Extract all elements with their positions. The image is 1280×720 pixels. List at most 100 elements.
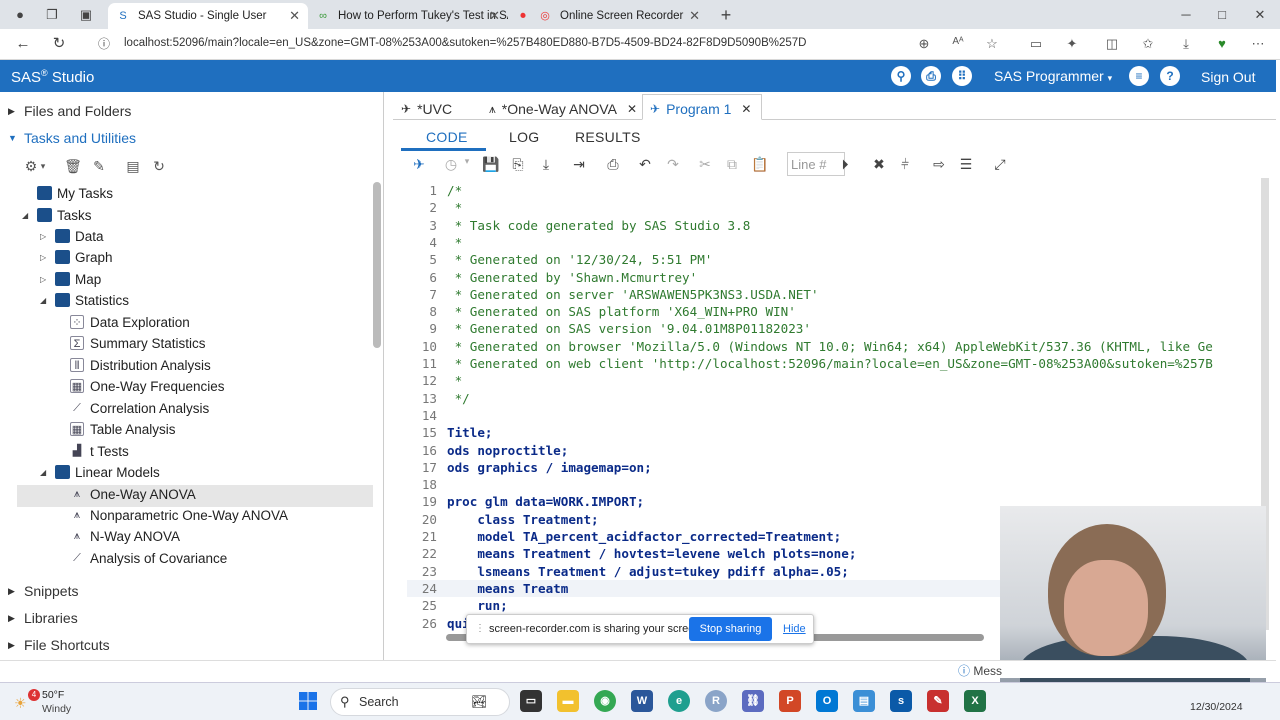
code-text[interactable]: * Generated on '12/30/24, 5:51 PM' (447, 251, 713, 268)
powerpoint-icon[interactable]: P (779, 690, 801, 712)
close-tab-icon[interactable]: ✕ (689, 8, 700, 24)
code-line[interactable]: 3 * Task code generated by SAS Studio 3.… (407, 217, 1261, 234)
print-icon[interactable]: ⎙ (604, 156, 622, 173)
code-line[interactable]: 1 /* (407, 182, 1261, 199)
back-icon[interactable]: ← (14, 35, 32, 53)
options-icon[interactable]: ☰ (957, 156, 975, 173)
menu-icon[interactable]: ≡ (1129, 66, 1149, 86)
close-tab-icon[interactable]: ✕ (289, 8, 300, 24)
code-text[interactable]: * (447, 234, 463, 251)
tree-scrollbar[interactable] (373, 182, 381, 348)
expand-icon[interactable]: ▷ (40, 232, 49, 241)
section-file-shortcuts[interactable]: ▶ File Shortcuts (8, 637, 110, 653)
windows-start-icon[interactable] (298, 691, 318, 711)
outlook-icon[interactable]: O (816, 690, 838, 712)
code-line[interactable]: 8 * Generated on SAS platform 'X64_WIN+P… (407, 303, 1261, 320)
paste-icon[interactable]: 📋 (751, 156, 769, 173)
word-icon[interactable]: W (631, 690, 653, 712)
code-text[interactable]: * Generated on SAS platform 'X64_WIN+PRO… (447, 303, 796, 320)
weather-widget[interactable]: ☀ 4 50°F Windy (12, 687, 82, 717)
tree-item-n-way-anova[interactable]: ⩚ N-Way ANOVA (70, 526, 180, 546)
subtab-results[interactable]: RESULTS (575, 129, 641, 145)
tree-item-one-way-anova[interactable]: ⩚ One-Way ANOVA (70, 484, 196, 504)
code-text[interactable]: proc glm data=WORK.IMPORT; (447, 493, 644, 510)
chrome-icon[interactable]: ◉ (594, 690, 616, 712)
help-icon[interactable]: ? (1160, 66, 1180, 86)
site-info-icon[interactable]: ⓘ (95, 35, 113, 53)
edit-icon[interactable]: ✎ (90, 158, 108, 175)
minimize-icon[interactable]: ─ (1178, 7, 1194, 23)
print-icon[interactable]: ⎙ (921, 66, 941, 86)
browser-tab-recorder[interactable]: ⏺ ◎ Online Screen Recorder ✕ (508, 3, 708, 29)
code-text[interactable]: * (447, 372, 463, 389)
chevron-down-icon[interactable]: ▾ (34, 161, 52, 172)
subtab-log[interactable]: LOG (509, 129, 539, 145)
properties-icon[interactable]: ▤ (124, 158, 142, 175)
reading-view-icon[interactable]: ▭ (1028, 36, 1044, 52)
code-line[interactable]: 15 Title; (407, 424, 1261, 441)
search-icon[interactable]: ⚲ (891, 66, 911, 86)
code-line[interactable]: 2 * (407, 199, 1261, 216)
drag-handle-icon[interactable]: ⋮ (475, 623, 485, 634)
pdf-icon[interactable]: ✎ (927, 690, 949, 712)
tree-item-table-analysis[interactable]: ▦ Table Analysis (70, 419, 176, 439)
notepad-icon[interactable]: ▤ (853, 690, 875, 712)
section-snippets[interactable]: ▶ Snippets (8, 583, 78, 599)
code-text[interactable]: run; (447, 597, 507, 614)
collapse-icon[interactable]: ◢ (22, 211, 31, 220)
code-line[interactable]: 10 * Generated on browser 'Mozilla/5.0 (… (407, 338, 1261, 355)
code-line[interactable]: 11 * Generated on web client 'http://loc… (407, 355, 1261, 372)
close-tab-icon[interactable]: ✕ (489, 8, 500, 24)
code-line[interactable]: 12 * (407, 372, 1261, 389)
excel-icon[interactable]: X (964, 690, 986, 712)
chevron-down-icon[interactable]: ▾ (458, 156, 476, 167)
copy-icon[interactable]: ⧉ (723, 156, 741, 173)
stop-sharing-button[interactable]: Stop sharing (689, 617, 772, 641)
code-text[interactable]: lsmeans Treatment / adjust=tukey pdiff a… (447, 563, 849, 580)
browser-tab-sas-studio[interactable]: S SAS Studio - Single User ✕ (108, 3, 308, 29)
tree-item-one-way-frequencies[interactable]: ▦ One-Way Frequencies (70, 376, 225, 396)
code-text[interactable]: /* (447, 182, 462, 199)
code-text[interactable]: ods noproctitle; (447, 442, 568, 459)
close-tab-icon[interactable]: ✕ (627, 102, 637, 116)
tree-item-map[interactable]: ▷ Map (40, 269, 101, 289)
perspective-menu[interactable]: SAS Programmer ▾ (994, 68, 1112, 84)
subtab-code[interactable]: CODE (426, 129, 468, 145)
section-libraries[interactable]: ▶ Libraries (8, 610, 78, 626)
taskbar-search[interactable]: ⚲ Search 🏞 (330, 688, 510, 716)
tree-item-nonparametric-anova[interactable]: ⩚ Nonparametric One-Way ANOVA (70, 505, 288, 525)
sas-icon[interactable]: s (890, 690, 912, 712)
download-icon[interactable]: ⤓ (537, 156, 555, 173)
redo-icon[interactable]: ↷ (664, 156, 682, 173)
code-text[interactable]: * Generated by 'Shawn.Mcmurtrey' (447, 269, 698, 286)
code-text[interactable]: * (447, 199, 463, 216)
code-line[interactable]: 4 * (407, 234, 1261, 251)
favorites-icon[interactable]: ✩ (1140, 36, 1156, 52)
task-view-icon[interactable]: ▭ (520, 690, 542, 712)
submit-icon[interactable]: ⇨ (930, 156, 948, 173)
tree-item-data-exploration[interactable]: ⁘ Data Exploration (70, 312, 190, 332)
profile-icon[interactable]: ● (12, 7, 28, 23)
r-icon[interactable]: R (705, 690, 727, 712)
refresh-icon[interactable]: ↻ (150, 158, 168, 175)
settings-more-icon[interactable]: ⋯ (1250, 36, 1266, 52)
code-line[interactable]: 18 (407, 476, 1261, 493)
downloads-icon[interactable]: ⤓ (1178, 36, 1194, 52)
run-icon[interactable]: ✈ (410, 156, 428, 173)
expand-icon[interactable]: ▷ (40, 275, 49, 284)
code-line[interactable]: 16 ods noproctitle; (407, 442, 1261, 459)
tree-item-graph[interactable]: ▷ Graph (40, 247, 113, 267)
collapse-icon[interactable]: ◢ (40, 296, 49, 305)
browser-essentials-icon[interactable]: ♥ (1214, 36, 1230, 51)
tree-item-t-tests[interactable]: ▟ t Tests (70, 441, 129, 461)
tree-item-my-tasks[interactable]: My Tasks (22, 183, 113, 203)
split-screen-icon[interactable]: ◫ (1104, 36, 1120, 52)
tree-item-tasks[interactable]: ◢ Tasks (22, 205, 92, 225)
maximize-icon[interactable]: ⤢ (991, 156, 1009, 173)
code-text[interactable]: model TA_percent_acidfactor_corrected=Tr… (447, 528, 841, 545)
section-tasks-utilities[interactable]: ▼ Tasks and Utilities (8, 130, 136, 146)
hide-link[interactable]: Hide (783, 623, 806, 635)
code-text[interactable]: Title; (447, 424, 493, 441)
code-text[interactable]: ods graphics / imagemap=on; (447, 459, 652, 476)
code-text[interactable]: * Task code generated by SAS Studio 3.8 (447, 217, 751, 234)
